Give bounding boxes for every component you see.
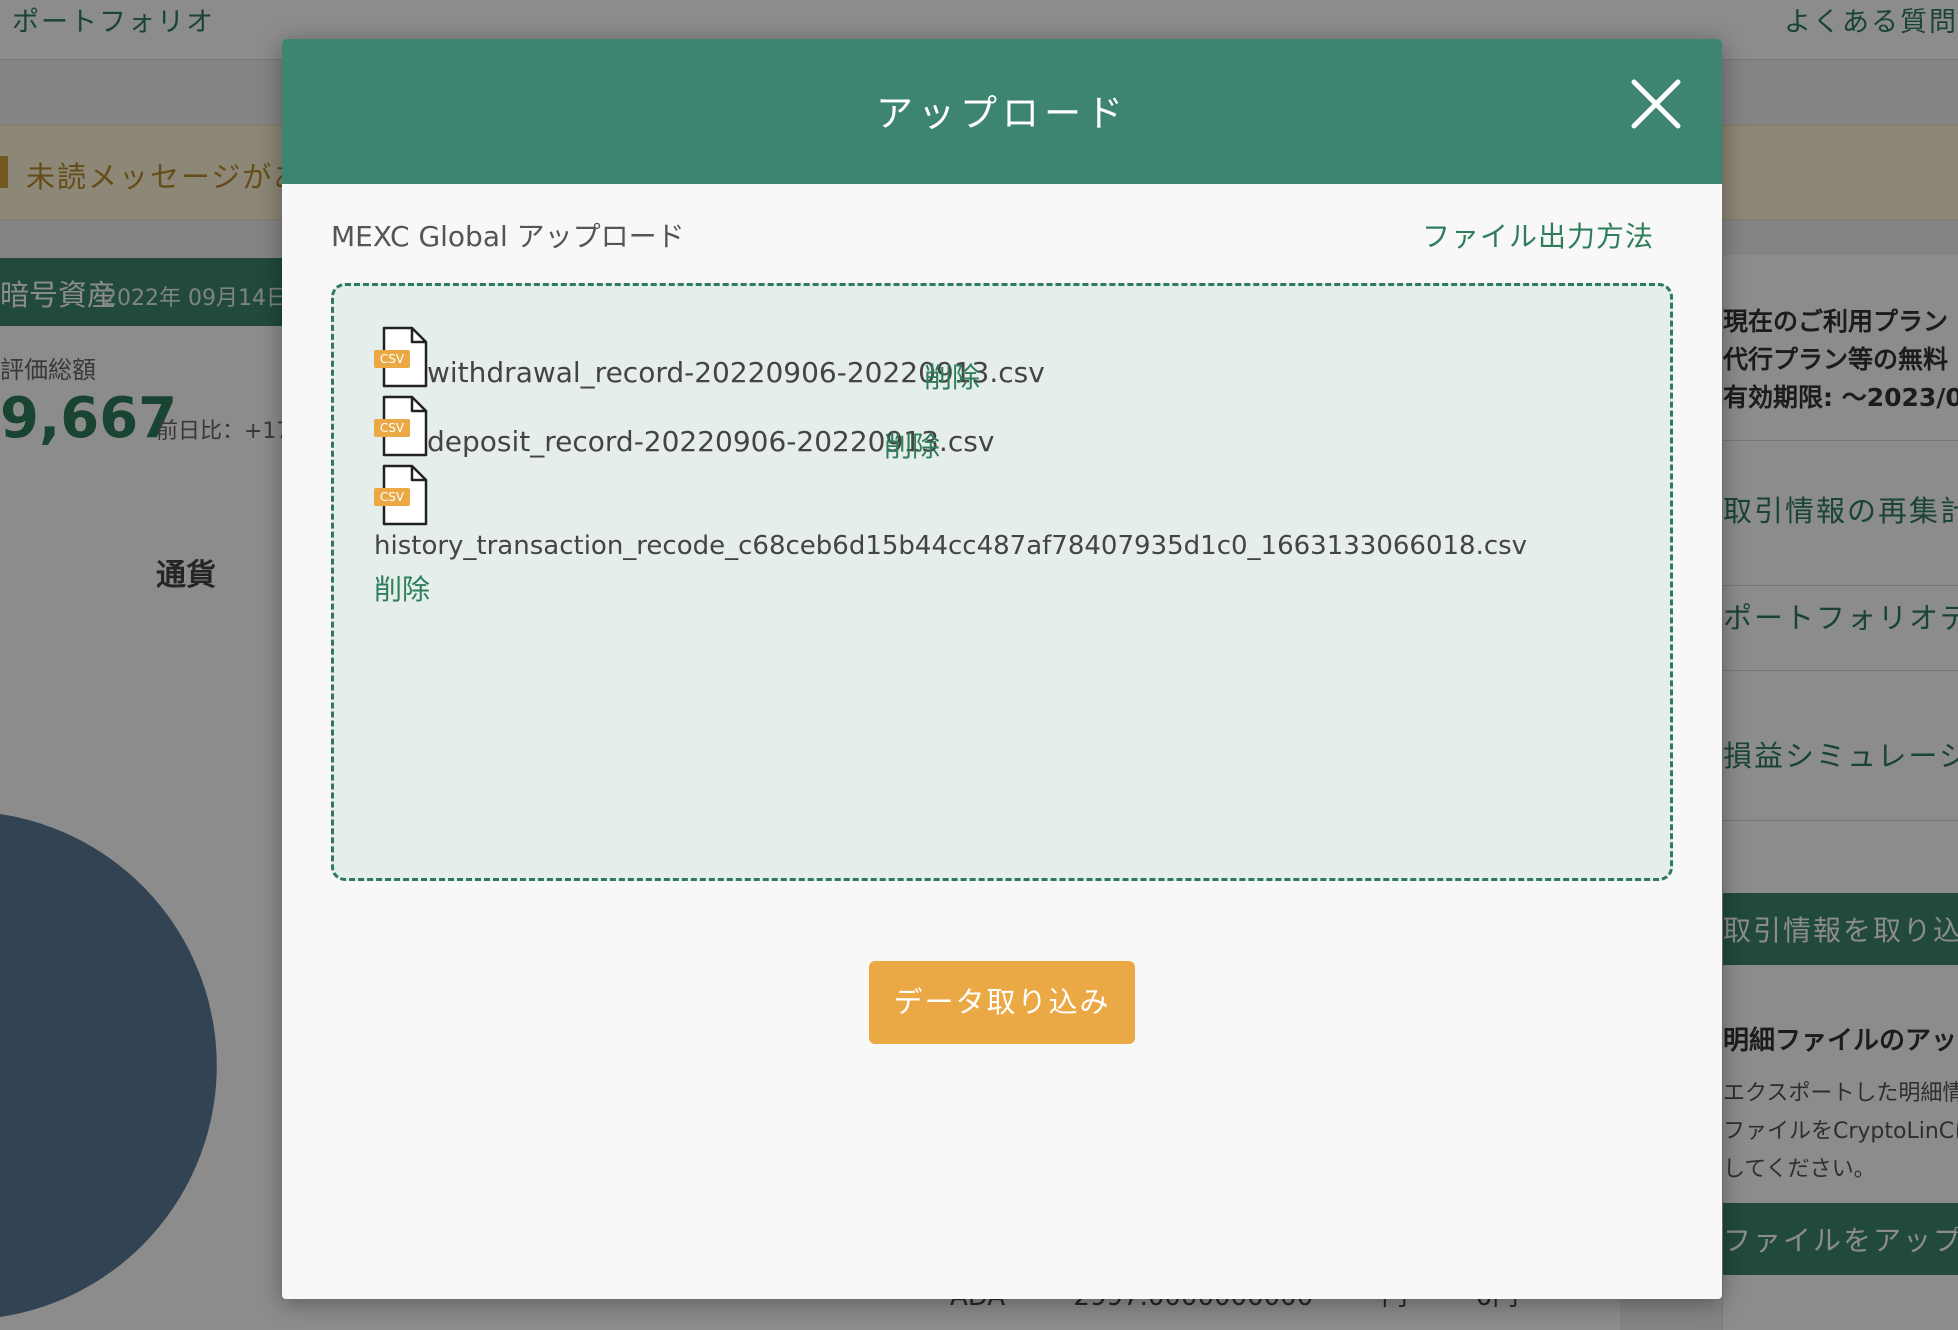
delete-file-link[interactable]: 削除 <box>924 356 980 396</box>
import-data-button[interactable]: データ取り込み <box>869 961 1135 1044</box>
file-export-help-link[interactable]: ファイル出力方法 <box>1422 215 1654 255</box>
csv-file-icon: CSV <box>374 395 428 457</box>
delete-file-link[interactable]: 削除 <box>374 568 430 608</box>
delete-file-link[interactable]: 削除 <box>884 425 940 465</box>
csv-badge: CSV <box>380 352 405 366</box>
file-name: history_transaction_recode_c68ceb6d15b44… <box>374 531 1528 561</box>
csv-badge: CSV <box>380 490 405 504</box>
close-icon <box>1631 79 1681 129</box>
csv-badge: CSV <box>380 421 405 435</box>
upload-subtitle: MEXC Global アップロード <box>331 220 685 253</box>
csv-file-icon: CSV <box>374 326 428 388</box>
csv-file-icon: CSV <box>374 464 428 526</box>
file-drop-zone[interactable]: CSV withdrawal_record-20220906-20220913.… <box>331 283 1673 881</box>
modal-title: アップロード <box>876 92 1128 135</box>
upload-modal: アップロード MEXC Global アップロード ファイル出力方法 CSV w… <box>282 39 1722 1299</box>
modal-header: アップロード <box>282 39 1722 184</box>
close-button[interactable] <box>1626 74 1686 134</box>
